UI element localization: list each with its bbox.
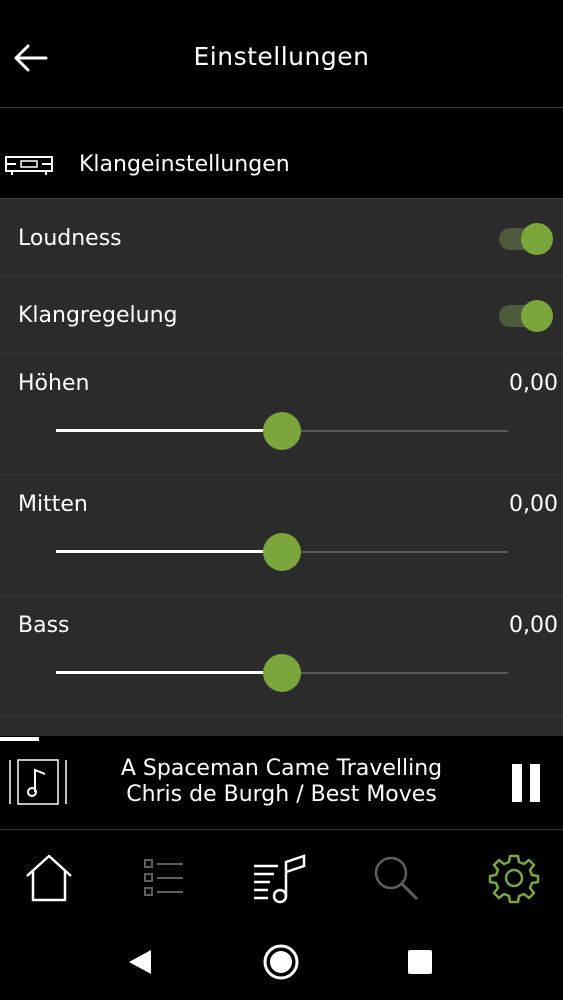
home-icon (26, 854, 72, 902)
klangregelung-label: Klangregelung (18, 303, 178, 328)
system-navigation-bar (0, 922, 563, 1000)
bass-row: Bass 0,00 (0, 595, 563, 716)
nav-home[interactable] (19, 848, 79, 908)
pause-icon (530, 764, 540, 802)
system-recents-button[interactable] (400, 942, 440, 982)
sound-settings-panel: Loudness Klangregelung Höhen 0,00 Mitten… (0, 198, 563, 736)
pause-icon (512, 764, 522, 802)
slider-thumb[interactable] (263, 654, 301, 692)
bass-label: Bass (18, 613, 70, 638)
loudness-toggle[interactable] (499, 222, 553, 256)
loudness-row[interactable]: Loudness (0, 198, 563, 276)
search-icon (374, 856, 419, 901)
bass-slider[interactable] (56, 653, 508, 693)
bass-value: 0,00 (509, 613, 558, 638)
hoehen-row: Höhen 0,00 (0, 353, 563, 474)
playback-progress (0, 737, 40, 741)
hoehen-label: Höhen (18, 371, 90, 396)
mitten-value: 0,00 (509, 492, 558, 517)
pause-button[interactable] (508, 764, 544, 802)
mitten-label: Mitten (18, 492, 88, 517)
nav-list[interactable] (133, 848, 193, 908)
slider-fill (56, 550, 282, 553)
hoehen-value: 0,00 (509, 371, 558, 396)
settings-gear-icon (488, 854, 540, 904)
next-row-partial (0, 716, 563, 736)
music-library-icon (254, 854, 306, 904)
toggle-knob (521, 223, 553, 255)
now-playing-bar[interactable]: A Spaceman Came Travelling Chris de Burg… (0, 736, 563, 830)
system-home-button[interactable] (261, 942, 301, 982)
triangle-back-icon (129, 950, 151, 974)
track-title: A Spaceman Came Travelling (120, 756, 443, 781)
slider-thumb[interactable] (263, 533, 301, 571)
slider-thumb[interactable] (263, 412, 301, 450)
system-back-button[interactable] (120, 942, 160, 982)
mitten-slider[interactable] (56, 532, 508, 572)
square-recents-icon (408, 950, 432, 974)
toggle-knob (521, 300, 553, 332)
mitten-row: Mitten 0,00 (0, 474, 563, 595)
amplifier-device-icon (5, 156, 53, 175)
page-title: Einstellungen (193, 42, 370, 71)
klangregelung-toggle[interactable] (499, 299, 553, 333)
section-title: Klangeinstellungen (79, 152, 290, 177)
track-artist-album: Chris de Burgh / Best Moves (126, 782, 437, 807)
album-art-placeholder-icon (9, 759, 67, 805)
circle-home-icon (263, 944, 299, 980)
bottom-navigation (0, 830, 563, 922)
klangregelung-row[interactable]: Klangregelung (0, 276, 563, 353)
hoehen-slider[interactable] (56, 411, 508, 451)
nav-music-library[interactable] (250, 848, 310, 908)
app-header: Einstellungen (0, 0, 563, 108)
list-icon (144, 859, 183, 896)
nav-search[interactable] (366, 848, 426, 908)
nav-settings[interactable] (484, 848, 544, 908)
loudness-label: Loudness (18, 226, 122, 251)
track-info[interactable]: A Spaceman Came Travelling Chris de Burg… (80, 756, 483, 808)
slider-fill (56, 429, 282, 432)
slider-fill (56, 671, 282, 674)
